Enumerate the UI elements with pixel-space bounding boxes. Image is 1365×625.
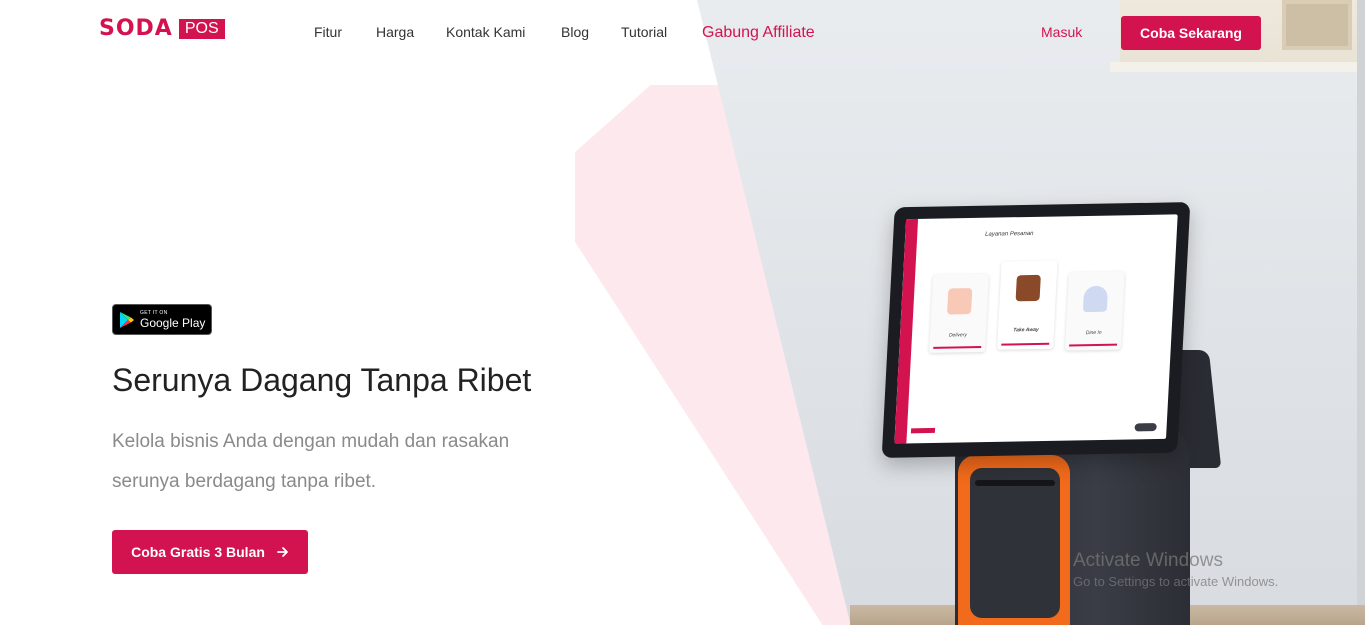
pos-screen-card-label: Delivery [948, 332, 968, 339]
nav-item-tutorial[interactable]: Tutorial [621, 24, 667, 40]
pos-screen-title: Layanan Pesanan [984, 230, 1034, 238]
brand-logo[interactable]: SODA POS [99, 18, 225, 40]
arrow-right-icon [277, 547, 288, 557]
hero-description: Kelola bisnis Anda dengan mudah dan rasa… [112, 431, 510, 492]
pos-screen-button [1134, 423, 1157, 432]
pos-screen-card-dinein: Dine In [1064, 271, 1125, 351]
pos-receipt-slot [975, 480, 1055, 486]
watermark-subtitle: Go to Settings to activate Windows. [1073, 574, 1279, 589]
pos-screen-card-bar [933, 345, 982, 349]
pos-screen-logo [910, 427, 936, 434]
try-now-button[interactable]: Coba Sekarang [1121, 16, 1261, 50]
hero-title: Serunya Dagang Tanpa Ribet [112, 362, 532, 398]
pos-screen-card-bar [1069, 343, 1118, 347]
pos-screen-card-label: Dine In [1085, 329, 1102, 337]
watermark-title: Activate Windows [1073, 550, 1223, 571]
google-play-badge-small: GET IT ON [140, 309, 168, 316]
shelf-lip-decoration [1110, 62, 1365, 72]
picture-frame-decoration [1282, 0, 1352, 50]
nav-item-kontak-kami[interactable]: Kontak Kami [446, 24, 525, 40]
free-trial-button-label: Coba Gratis 3 Bulan [131, 544, 265, 560]
nav-item-fitur[interactable]: Fitur [314, 24, 342, 40]
nav-item-blog[interactable]: Blog [561, 24, 589, 40]
pos-screen: Layanan Pesanan Delivery Take Away Dine … [881, 202, 1191, 458]
nav-item-affiliate[interactable]: Gabung Affiliate [702, 24, 815, 42]
brand-logo-wordmark: SODA [99, 16, 173, 41]
google-play-badge-text: GET IT ON Google Play [140, 309, 206, 330]
windows-activation-watermark: Activate Windows Go to Settings to activ… [1073, 550, 1278, 589]
brand-logo-suffix: POS [178, 19, 225, 39]
scooter-icon [947, 288, 973, 315]
login-link[interactable]: Masuk [1041, 24, 1082, 40]
google-play-badge-big: Google Play [140, 315, 206, 330]
pos-screen-card-label: Take Away [1013, 326, 1039, 334]
cloche-icon [1082, 285, 1109, 313]
nav-item-harga[interactable]: Harga [376, 24, 414, 40]
pos-screen-sidebar [894, 218, 919, 444]
pos-screen-display: Layanan Pesanan Delivery Take Away Dine … [894, 214, 1178, 444]
pos-printer-cover [970, 468, 1060, 618]
google-play-icon [120, 311, 134, 328]
free-trial-button[interactable]: Coba Gratis 3 Bulan [112, 530, 308, 574]
google-play-badge[interactable]: GET IT ON Google Play [112, 304, 212, 335]
pos-screen-card-bar [1001, 342, 1050, 346]
pos-screen-card-delivery: Delivery [929, 273, 990, 353]
pos-screen-card-takeaway: Take Away [997, 260, 1058, 350]
wall-edge-decoration [1357, 0, 1365, 625]
takeaway-bag-icon [1015, 274, 1041, 302]
